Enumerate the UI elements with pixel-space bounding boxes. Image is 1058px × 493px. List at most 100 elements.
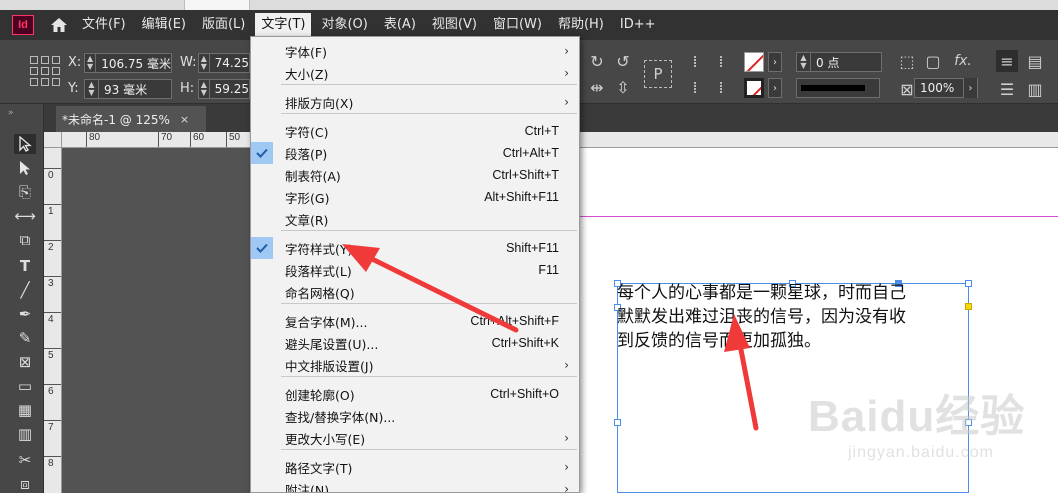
type-tool-icon[interactable]: T [14, 256, 36, 276]
horizontal-grid-tool-icon[interactable]: ▦ [14, 400, 36, 420]
menu-item-paragraph[interactable]: 段落(P) Ctrl+Alt+T [251, 142, 579, 164]
menu-item-change-case[interactable]: 更改大小写(E) › [251, 427, 579, 449]
vertical-grid-tool-icon[interactable]: ▥ [14, 424, 36, 444]
menu-item-named-grids[interactable]: 命名网格(Q) [251, 281, 579, 303]
flip-horizontal-icon[interactable]: ⇹ [586, 76, 608, 98]
menu-item-create-outlines[interactable]: 创建轮廓(O) Ctrl+Shift+O [251, 383, 579, 405]
x-spinner-icon[interactable]: ▲ ▼ [85, 54, 97, 72]
frame-handle[interactable] [614, 419, 621, 426]
ruler-tick: 2 [44, 240, 61, 253]
w-spinner-icon[interactable]: ▲ ▼ [199, 54, 210, 72]
stroke-swatch-dropdown[interactable]: › [768, 78, 782, 98]
menu-item-character-styles[interactable]: 字符样式(Y) Shift+F11 [251, 237, 579, 259]
opacity-dropdown[interactable]: › [963, 78, 977, 98]
menu-item-mojikumi[interactable]: 中文排版设置(J) › [251, 354, 579, 376]
w-field[interactable]: ▲ ▼ 74.25 [198, 53, 250, 73]
stroke-weight-spinner-icon[interactable]: ▲ ▼ [797, 53, 811, 71]
menu-item-label: 段落样式(L) [285, 263, 352, 279]
line-tool-icon[interactable]: ╱ [14, 280, 36, 300]
watermark-logo-text: Baidu经验 [808, 392, 1026, 441]
text-wrap-bbox-icon[interactable]: ▤ [1024, 50, 1046, 72]
x-field[interactable]: ▲ ▼ 106.75 毫米 [84, 53, 172, 73]
paragraph-p-icon[interactable]: P [644, 60, 672, 88]
menu-item-glyphs[interactable]: 字形(G) Alt+Shift+F11 [251, 186, 579, 208]
menu-file[interactable]: 文件(F) [76, 13, 132, 37]
free-transform-tool-icon[interactable]: ⧈ [14, 474, 36, 493]
flip-vertical-icon[interactable]: ⇳ [612, 76, 634, 98]
home-icon[interactable] [48, 14, 70, 36]
close-icon[interactable]: × [180, 113, 189, 126]
ruler-origin[interactable] [44, 132, 62, 148]
menu-item-paragraph-styles[interactable]: 段落样式(L) F11 [251, 259, 579, 281]
tools-panel: » ⎘ ⟷ ⧉ T ╱ ✒ ✎ ⊠ ▭ ▦ ▥ ✂ ⧈ [0, 104, 44, 493]
menu-item-tabs[interactable]: 制表符(A) Ctrl+Shift+T [251, 164, 579, 186]
opacity-field[interactable]: 100% › [914, 78, 978, 98]
effects-fx-icon[interactable]: fx. [952, 50, 974, 72]
menu-idplus[interactable]: ID++ [614, 13, 662, 37]
panel-grip-icon[interactable]: » [8, 108, 24, 118]
menu-item-composite-fonts[interactable]: 复合字体(M)... Ctrl+Alt+Shift+F [251, 310, 579, 332]
menu-layout[interactable]: 版面(L) [196, 13, 251, 37]
rotate-ccw-icon[interactable]: ↺ [612, 50, 634, 72]
text-wrap-shape-icon[interactable]: ☰ [996, 78, 1018, 100]
menu-item-story[interactable]: 文章(R) [251, 208, 579, 230]
menu-item-find-font[interactable]: 查找/替换字体(N)... [251, 405, 579, 427]
scissors-tool-icon[interactable]: ✂ [14, 450, 36, 470]
frame-text-content[interactable]: 每个人的心事都是一颗星球，时而自己 默默发出难过沮丧的信号，因为没有收 到反馈的… [617, 281, 973, 353]
rectangle-tool-icon[interactable]: ▭ [14, 376, 36, 396]
rectangle-frame-tool-icon[interactable]: ⊠ [14, 352, 36, 372]
menu-view[interactable]: 视图(V) [426, 13, 483, 37]
vertical-ruler[interactable]: 0 1 2 3 4 5 6 7 8 [44, 148, 62, 493]
document-tab[interactable]: *未命名-1 @ 125% × [56, 106, 206, 132]
menu-item-label: 附注(N) [285, 482, 330, 493]
chevron-right-icon: › [564, 482, 569, 493]
distribute-center-icon[interactable]: ⁞ [710, 76, 732, 98]
h-field[interactable]: ▲ ▼ 59.25 [198, 79, 250, 99]
h-spinner-icon[interactable]: ▲ ▼ [199, 80, 210, 98]
menu-help[interactable]: 帮助(H) [552, 13, 610, 37]
fill-swatch-dropdown[interactable]: › [768, 52, 782, 72]
text-wrap-jump-icon[interactable]: ▥ [1024, 78, 1046, 100]
direct-selection-tool-icon[interactable] [14, 158, 36, 178]
stroke-weight-field[interactable]: ▲ ▼ 0 点 [796, 52, 882, 72]
y-field[interactable]: ▲ ▼ 93 毫米 [84, 79, 172, 99]
pen-tool-icon[interactable]: ✒ [14, 304, 36, 324]
menu-item-size[interactable]: 大小(Z) › [251, 62, 579, 84]
reference-point-icon[interactable] [30, 56, 60, 86]
align-center-icon[interactable]: ⁞ [710, 50, 732, 72]
fill-swatch-none[interactable] [744, 52, 764, 72]
watermark-url: jingyan.baidu.com [848, 444, 994, 461]
distribute-icon[interactable]: ⁞ [684, 76, 706, 98]
ruler-tick: 3 [44, 276, 61, 289]
stroke-type-picker[interactable] [796, 78, 880, 98]
menu-item-type-on-path[interactable]: 路径文字(T) › [251, 456, 579, 478]
content-collector-icon[interactable]: ⧉ [14, 230, 36, 250]
menu-separator [281, 84, 577, 85]
corner-options-icon[interactable]: ⬚ [896, 50, 918, 72]
ruler-tick: 6 [44, 384, 61, 397]
menu-item-notes[interactable]: 附注(N) › [251, 478, 579, 493]
menu-object[interactable]: 对象(O) [315, 13, 373, 37]
drop-shadow-icon[interactable]: ▢ [922, 50, 944, 72]
menu-item-kinsoku[interactable]: 避头尾设置(U)... Ctrl+Shift+K [251, 332, 579, 354]
menu-item-label: 复合字体(M)... [285, 314, 368, 330]
menu-item-character[interactable]: 字符(C) Ctrl+T [251, 120, 579, 142]
menu-item-orientation[interactable]: 排版方向(X) › [251, 91, 579, 113]
menu-table[interactable]: 表(A) [378, 13, 422, 37]
y-spinner-icon[interactable]: ▲ ▼ [85, 80, 99, 98]
menu-item-font[interactable]: 字体(F) › [251, 40, 579, 62]
gap-tool-icon[interactable]: ⟷ [14, 206, 36, 226]
x-label: X: [68, 55, 82, 70]
rotate-cw-icon[interactable]: ↻ [586, 50, 608, 72]
align-top-icon[interactable]: ⁞ [684, 50, 706, 72]
ruler-tick: 8 [44, 456, 61, 469]
menu-edit[interactable]: 编辑(E) [136, 13, 192, 37]
menu-window[interactable]: 窗口(W) [487, 13, 548, 37]
stroke-swatch-none[interactable] [744, 78, 764, 98]
page-tool-icon[interactable]: ⎘ [14, 182, 36, 202]
menu-type[interactable]: 文字(T) [255, 13, 312, 37]
chevron-right-icon: › [564, 358, 569, 372]
text-wrap-none-icon[interactable]: ≡ [996, 50, 1018, 72]
selection-tool-icon[interactable] [14, 134, 36, 154]
pencil-tool-icon[interactable]: ✎ [14, 328, 36, 348]
